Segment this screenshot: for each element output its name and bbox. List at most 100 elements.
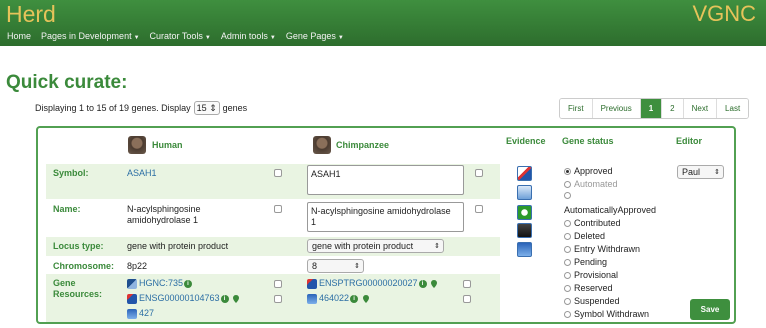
chimp-resource-ncbi: 464022 i [307,293,369,304]
pager-next[interactable]: Next [683,99,718,118]
nav-curator-tools[interactable]: Curator Tools ▼ [150,31,211,41]
pager-last[interactable]: Last [717,99,749,118]
status-contributed[interactable]: Contributed [564,218,621,228]
nav-admin-tools[interactable]: Admin tools ▼ [221,31,276,41]
chimp-name-checkbox[interactable] [475,205,483,213]
status-symbol-withdrawn[interactable]: Symbol Withdrawn [564,309,649,319]
info-icon[interactable]: i [184,279,193,288]
select-arrows-icon: ⇕ [714,169,720,176]
vgnc-logo[interactable]: VGNC [692,1,756,27]
chevron-down-icon: ▼ [133,35,140,41]
status-reserved[interactable]: Reserved [564,283,613,293]
status-deleted[interactable]: Deleted [564,231,605,241]
human-locus-type: gene with protein product [127,241,229,251]
radio-icon[interactable] [564,284,571,292]
pager-page-1[interactable]: 1 [640,99,663,118]
chimp-symbol-field[interactable]: ASAH1 [307,165,464,195]
nav-gene-pages[interactable]: Gene Pages ▼ [286,31,344,41]
radio-icon[interactable] [564,180,571,188]
human-symbol[interactable]: ASAH1 [127,168,157,179]
status-automated[interactable]: Automated [564,179,618,189]
chevron-down-icon: ▼ [204,35,211,41]
select-arrows-icon: ⇕ [434,243,440,250]
ncbi-icon[interactable] [517,242,532,257]
select-arrows-icon: ⇕ [354,263,360,270]
image-icon[interactable] [517,223,532,238]
label-name: Name: [53,204,81,214]
page-title: Quick curate: [6,72,128,93]
column-editor: Editor [676,136,702,146]
radio-icon[interactable] [564,310,571,318]
chimp-symbol-checkbox[interactable] [475,169,483,177]
chimp-locus-type-select[interactable]: gene with protein product ⇕ [307,239,444,253]
human-name: N-acylsphingosine amidohydrolase 1 [127,204,201,225]
human-resource-ensembl: ENSG00000104763 i [127,293,240,304]
status-automatically-approved: AutomaticallyApproved [564,205,657,215]
info-icon[interactable]: i [220,294,229,303]
label-chromosome: Chromosome: [53,261,115,271]
label-symbol: Symbol: [53,168,89,178]
column-human: Human [152,140,183,150]
radio-icon[interactable] [564,219,571,227]
save-button[interactable]: Save [690,299,730,320]
main-nav: Home Pages in Development ▼ Curator Tools… [7,31,344,41]
chevron-down-icon: ▼ [269,35,276,41]
ensembl-icon [127,293,137,304]
column-chimpanzee: Chimpanzee [336,140,390,150]
map-pin-icon[interactable] [431,279,438,288]
human-resource-hgnc: HGNC:735 i [127,278,193,289]
chimp-avatar [313,136,331,154]
status-approved[interactable]: Approved [564,166,613,176]
top-navbar: Herd VGNC Home Pages in Development ▼ Cur… [0,0,766,46]
human-symbol-checkbox[interactable] [274,169,282,177]
status-automatically-approved-radio[interactable] [564,192,571,199]
label-gene-resources: Gene Resources: [53,278,103,299]
ncbi-icon[interactable] [517,185,532,200]
hgnc-icon [127,278,137,289]
pager-previous[interactable]: Previous [592,99,641,118]
page-size-select[interactable]: 15 ⇕ [193,101,220,115]
pager-first[interactable]: First [560,99,593,118]
ensembl-icon[interactable] [517,166,532,181]
column-evidence: Evidence [506,136,546,146]
map-pin-icon[interactable] [362,294,369,303]
status-entry-withdrawn[interactable]: Entry Withdrawn [564,244,640,254]
nav-home[interactable]: Home [7,31,31,41]
editor-select[interactable]: Paul ⇕ [677,165,724,179]
info-icon[interactable]: i [418,279,427,288]
radio-icon[interactable] [564,167,571,175]
ncbi-icon [127,308,137,319]
ensembl-icon [307,278,317,289]
nav-pages-in-development[interactable]: Pages in Development ▼ [41,31,140,41]
chimp-name-field[interactable]: N-acylsphingosine amidohydrolase 1 [307,202,464,232]
chimp-resource-ensembl: ENSPTRG00000020027 i [307,278,438,289]
human-name-checkbox[interactable] [274,205,282,213]
chimp-chromosome-select[interactable]: 8 ⇕ [307,259,364,273]
pagination: First Previous 1 2 Next Last [559,98,750,119]
ncbi-icon [307,293,317,304]
chevron-down-icon: ▼ [337,35,344,41]
radio-icon[interactable] [564,192,571,199]
pager-page-2[interactable]: 2 [662,99,684,118]
radio-icon[interactable] [564,232,571,240]
radio-icon[interactable] [564,297,571,305]
chimp-ncbi-checkbox[interactable] [463,295,471,303]
radio-icon[interactable] [564,258,571,266]
brand-logo[interactable]: Herd [6,1,56,28]
column-gene-status: Gene status [562,136,614,146]
human-ensembl-checkbox[interactable] [274,295,282,303]
status-provisional[interactable]: Provisional [564,270,618,280]
status-suspended[interactable]: Suspended [564,296,620,306]
human-avatar [128,136,146,154]
radio-icon[interactable] [564,271,571,279]
green-ring-icon[interactable] [517,205,532,220]
human-hgnc-checkbox[interactable] [274,280,282,288]
radio-icon[interactable] [564,245,571,253]
chimp-ensembl-checkbox[interactable] [463,280,471,288]
info-icon[interactable]: i [350,294,359,303]
status-pending[interactable]: Pending [564,257,607,267]
display-summary: Displaying 1 to 15 of 19 genes. Display … [35,101,248,115]
human-resource-ncbi: 427 [127,308,154,319]
map-pin-icon[interactable] [233,294,240,303]
label-locus-type: Locus type: [53,241,104,251]
